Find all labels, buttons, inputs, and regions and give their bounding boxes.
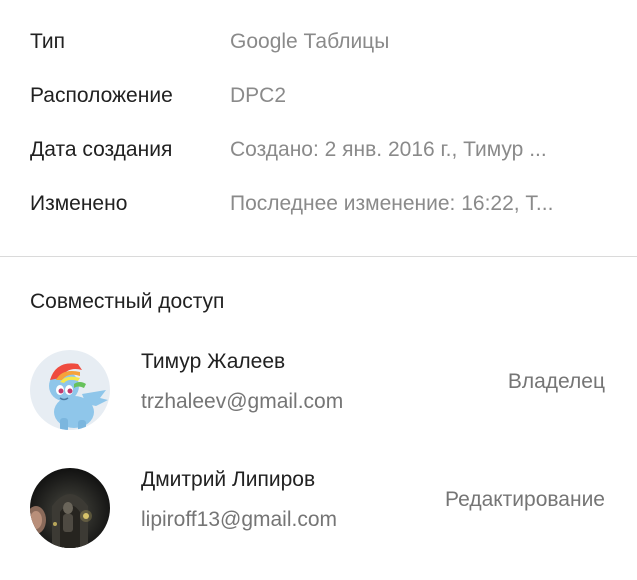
section-divider bbox=[0, 256, 637, 257]
detail-row-modified: Изменено Последнее изменение: 16:22, Т..… bbox=[0, 178, 637, 232]
detail-label-modified: Изменено bbox=[30, 192, 128, 215]
detail-label-created: Дата создания bbox=[30, 138, 173, 161]
detail-label-location: Расположение bbox=[30, 84, 173, 107]
person-email: trzhaleev@gmail.com bbox=[141, 390, 344, 413]
pony-avatar-icon bbox=[30, 350, 110, 430]
shared-person-owner[interactable]: Тимур Жалеев trzhaleev@gmail.com Владеле… bbox=[0, 340, 637, 436]
person-name: Дмитрий Липиров bbox=[141, 468, 316, 491]
detail-value-type: Google Таблицы bbox=[230, 30, 390, 53]
detail-value-location[interactable]: DPC2 bbox=[230, 84, 595, 108]
sharing-section-title: Совместный доступ bbox=[30, 290, 225, 313]
detail-value-modified: Последнее изменение: 16:22, Т... bbox=[230, 192, 554, 215]
person-role: Редактирование bbox=[445, 488, 605, 511]
dark-photo-avatar-icon bbox=[30, 468, 110, 548]
detail-row-created: Дата создания Создано: 2 янв. 2016 г., Т… bbox=[0, 124, 637, 178]
shared-person-editor[interactable]: Дмитрий Липиров lipiroff13@gmail.com Ред… bbox=[0, 458, 637, 554]
detail-label-type: Тип bbox=[30, 30, 66, 53]
detail-row-location: Расположение DPC2 bbox=[0, 70, 637, 124]
detail-row-type: Тип Google Таблицы bbox=[0, 16, 637, 70]
person-name: Тимур Жалеев bbox=[141, 350, 286, 373]
person-email: lipiroff13@gmail.com bbox=[141, 508, 338, 531]
detail-value-created: Создано: 2 янв. 2016 г., Тимур ... bbox=[230, 138, 547, 161]
person-role: Владелец bbox=[507, 370, 605, 393]
